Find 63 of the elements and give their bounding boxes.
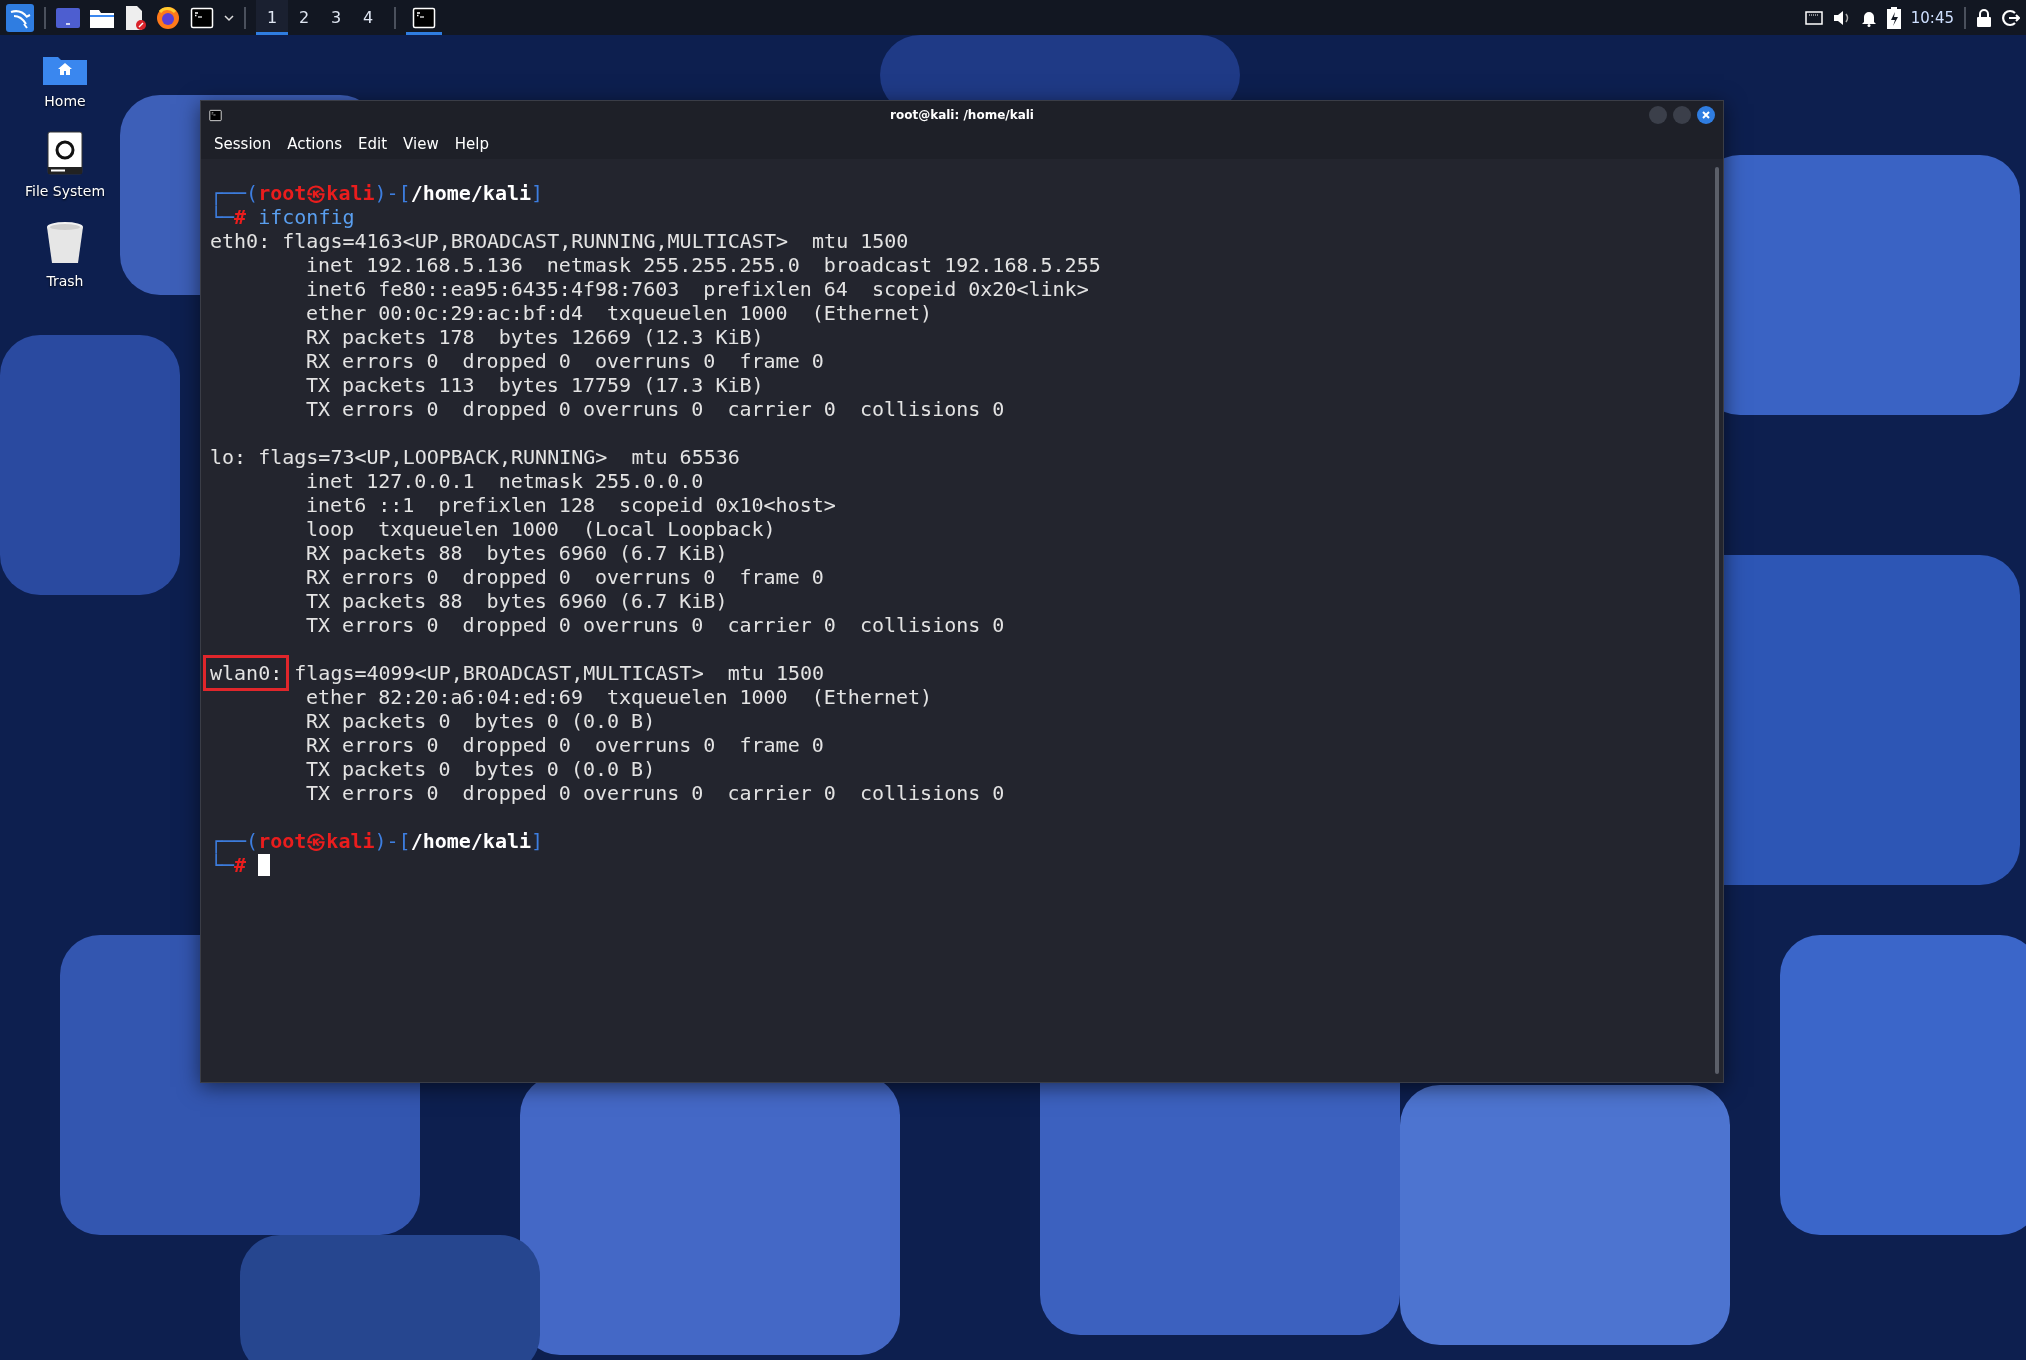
caret-icon[interactable] bbox=[224, 13, 234, 22]
terminal-line: inet 192.168.5.136 netmask 255.255.255.0 broadcast 192.168.5.255 bbox=[306, 253, 1101, 277]
show-desktop-icon[interactable] bbox=[56, 7, 80, 28]
terminal-line: TX errors 0 dropped 0 overruns 0 carrier 0 collisions 0 bbox=[306, 613, 1005, 637]
prompt-line: ┌──(root㉿kali)-[/home/kali] bbox=[210, 829, 545, 853]
terminal-line: ether 00:0c:29:ac:bf:d4 txqueuelen 1000 (Ethernet) bbox=[306, 301, 933, 325]
workspace-button[interactable]: 1 bbox=[256, 0, 288, 35]
folder-icon[interactable] bbox=[90, 7, 114, 28]
menu-item[interactable]: Edit bbox=[351, 133, 395, 155]
logout-icon[interactable] bbox=[2002, 8, 2020, 27]
battery-icon[interactable] bbox=[1886, 6, 1901, 29]
terminal-icon bbox=[209, 108, 222, 122]
desktop-icon-label[interactable]: File System bbox=[24, 183, 106, 199]
terminal-line: loop txqueuelen 1000 (Local Loopback) bbox=[306, 517, 776, 541]
interface-name: eth0: bbox=[210, 229, 271, 253]
terminal-line: inet6 ::1 prefixlen 128 scopeid 0x10<host> bbox=[306, 493, 836, 517]
menu-item[interactable]: View bbox=[396, 133, 446, 155]
terminal-line: TX packets 88 bytes 6960 (6.7 KiB) bbox=[306, 589, 728, 613]
interface-name: lo: bbox=[210, 445, 247, 469]
prompt-line: └─# ifconfig bbox=[210, 205, 356, 229]
terminal-line: inet6 fe80::ea95:6435:4f98:7603 prefixlen 64 scopeid 0x20<link> bbox=[306, 277, 1089, 301]
volume-icon[interactable] bbox=[1832, 9, 1851, 26]
scrollbar-thumb[interactable] bbox=[1715, 167, 1719, 1074]
kali-menu-icon[interactable] bbox=[6, 3, 34, 32]
prompt-line: └─# bbox=[210, 853, 1711, 877]
terminal-line: RX errors 0 dropped 0 overruns 0 frame 0 bbox=[306, 733, 824, 757]
desktop-icon-label[interactable]: Home bbox=[44, 93, 86, 109]
prompt-line: ┌──(root㉿kali)-[/home/kali] bbox=[210, 181, 545, 205]
terminal-line: RX packets 0 bytes 0 (0.0 B) bbox=[306, 709, 656, 733]
terminal-line: RX packets 88 bytes 6960 (6.7 KiB) bbox=[306, 541, 728, 565]
terminal-line: RX errors 0 dropped 0 overruns 0 frame 0 bbox=[306, 349, 824, 373]
document-edit-icon[interactable] bbox=[124, 5, 146, 30]
terminal-line: TX errors 0 dropped 0 overruns 0 carrier 0 collisions 0 bbox=[306, 781, 1005, 805]
lock-icon[interactable] bbox=[1976, 8, 1992, 27]
menu-item[interactable]: Session bbox=[207, 133, 279, 155]
drive-icon bbox=[47, 131, 83, 175]
highlighted-interface-name: wlan0: bbox=[203, 655, 290, 691]
terminal-line: TX packets 113 bytes 17759 (17.3 KiB) bbox=[306, 373, 764, 397]
terminal-line: flags=73<UP,LOOPBACK,RUNNING> mtu 65536 bbox=[257, 445, 740, 469]
terminal-line: RX errors 0 dropped 0 overruns 0 frame 0 bbox=[306, 565, 824, 589]
close-button[interactable] bbox=[1697, 106, 1715, 124]
trash-icon bbox=[46, 221, 84, 265]
workspace-button[interactable]: 4 bbox=[352, 0, 384, 35]
terminal-line: inet 127.0.0.1 netmask 255.0.0.0 bbox=[306, 469, 704, 493]
menu-item[interactable]: Help bbox=[447, 133, 496, 155]
text-cursor bbox=[258, 854, 271, 876]
close-icon bbox=[1701, 110, 1711, 120]
network-icon[interactable] bbox=[1804, 10, 1823, 25]
clock[interactable]: 10:45 bbox=[1910, 8, 1954, 27]
terminal-line: TX packets 0 bytes 0 (0.0 B) bbox=[306, 757, 656, 781]
terminal-icon bbox=[412, 5, 436, 30]
terminal-line: RX packets 178 bytes 12669 (12.3 KiB) bbox=[306, 325, 764, 349]
terminal-line: flags=4099<UP,BROADCAST,MULTICAST> mtu 1500 bbox=[293, 661, 825, 685]
menu-item[interactable]: Actions bbox=[280, 133, 350, 155]
workspace-button[interactable]: 2 bbox=[288, 0, 320, 35]
terminal-line: TX errors 0 dropped 0 overruns 0 carrier 0 collisions 0 bbox=[306, 397, 1005, 421]
desktop-icon-label[interactable]: Trash bbox=[46, 273, 84, 289]
terminal-line: ether 82:20:a6:04:ed:69 txqueuelen 1000 (Ethernet) bbox=[306, 685, 933, 709]
terminal-icon bbox=[190, 5, 214, 30]
workspace-button[interactable]: 3 bbox=[320, 0, 352, 35]
window-title: root@kali: /home/kali bbox=[890, 108, 1034, 122]
browser-icon[interactable] bbox=[156, 5, 180, 30]
terminal-line: flags=4163<UP,BROADCAST,RUNNING,MULTICAST> mtu 1500 bbox=[281, 229, 909, 253]
